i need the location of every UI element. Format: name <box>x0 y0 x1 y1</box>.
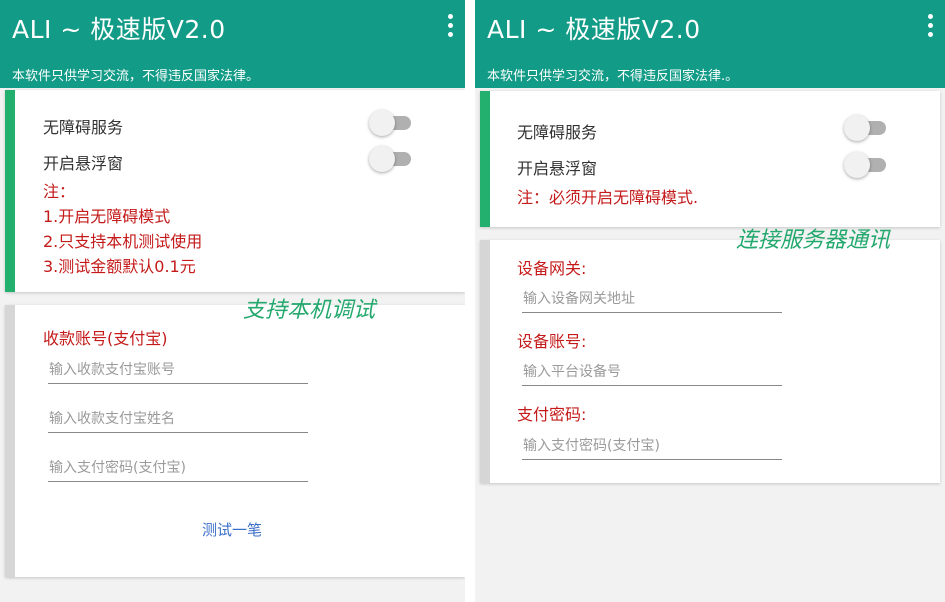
note-line: 3.测试金额默认0.1元 <box>43 257 196 276</box>
floating-window-toggle[interactable] <box>844 152 888 178</box>
device-account-field[interactable] <box>522 360 782 386</box>
alipay-name-input[interactable] <box>48 407 308 431</box>
phone-screen-left: ALI ~ 极速版V2.0 本软件只供学习交流，不得违反国家法律。 无障碍服务 … <box>0 0 465 602</box>
test-payment-button[interactable]: 测试一笔 <box>202 519 262 540</box>
alipay-account-input[interactable] <box>48 358 308 382</box>
pay-password-label: 支付密码: <box>517 405 587 424</box>
app-bar: ALI ~ 极速版V2.0 本软件只供学习交流，不得违反国家法律.。 <box>475 0 945 88</box>
app-bar: ALI ~ 极速版V2.0 本软件只供学习交流，不得违反国家法律。 <box>0 0 465 88</box>
pay-password-field[interactable] <box>48 456 308 482</box>
floating-window-label: 开启悬浮窗 <box>43 154 124 173</box>
app-subtitle: 本软件只供学习交流，不得违反国家法律。 <box>12 69 260 84</box>
more-vert-icon[interactable] <box>923 12 937 40</box>
alipay-account-field[interactable] <box>48 358 308 384</box>
device-account-label: 设备账号: <box>517 332 587 351</box>
app-title: ALI ~ 极速版V2.0 <box>12 15 226 44</box>
card-accent-bar <box>5 305 15 577</box>
note-line: 2.只支持本机测试使用 <box>43 232 203 251</box>
gateway-input[interactable] <box>522 287 782 311</box>
accessibility-service-toggle[interactable] <box>369 110 413 136</box>
floating-window-label: 开启悬浮窗 <box>517 159 598 178</box>
app-title: ALI ~ 极速版V2.0 <box>487 15 701 44</box>
app-subtitle: 本软件只供学习交流，不得违反国家法律.。 <box>487 69 739 84</box>
card-accent-bar <box>480 240 490 483</box>
more-vert-icon[interactable] <box>443 12 457 40</box>
gateway-field[interactable] <box>522 287 782 313</box>
card-accent-bar <box>480 91 490 227</box>
note-line: 1.开启无障碍模式 <box>43 207 171 226</box>
accessibility-service-label: 无障碍服务 <box>43 118 124 137</box>
service-card: 无障碍服务 开启悬浮窗 注： 1.开启无障碍模式 2.只支持本机测试使用 3.测… <box>5 90 465 292</box>
device-account-input[interactable] <box>522 360 782 384</box>
phone-screen-right: ALI ~ 极速版V2.0 本软件只供学习交流，不得违反国家法律.。 无障碍服务… <box>475 0 945 602</box>
note-line: 注： <box>43 182 76 201</box>
floating-window-toggle[interactable] <box>369 146 413 172</box>
accessibility-service-label: 无障碍服务 <box>517 123 598 142</box>
pay-password-input[interactable] <box>48 456 308 480</box>
accessibility-service-toggle[interactable] <box>844 115 888 141</box>
alipay-name-field[interactable] <box>48 407 308 433</box>
pay-password-field[interactable] <box>522 434 782 460</box>
device-card: 设备网关: 设备账号: 支付密码: <box>480 240 940 483</box>
account-card: 收款账号(支付宝) 测试一笔 <box>5 305 465 577</box>
feature-caption: 支持本机调试 <box>243 298 376 323</box>
card-accent-bar <box>5 90 15 292</box>
account-section-label: 收款账号(支付宝) <box>43 329 168 348</box>
note-block: 注： 1.开启无障碍模式 2.只支持本机测试使用 3.测试金额默认0.1元 <box>43 179 202 279</box>
note-text: 注：必须开启无障碍模式. <box>517 188 699 207</box>
pay-password-input[interactable] <box>522 434 782 458</box>
gateway-label: 设备网关: <box>517 259 587 278</box>
service-card: 无障碍服务 开启悬浮窗 注：必须开启无障碍模式. <box>480 91 940 227</box>
feature-caption: 连接服务器通讯 <box>736 228 891 253</box>
